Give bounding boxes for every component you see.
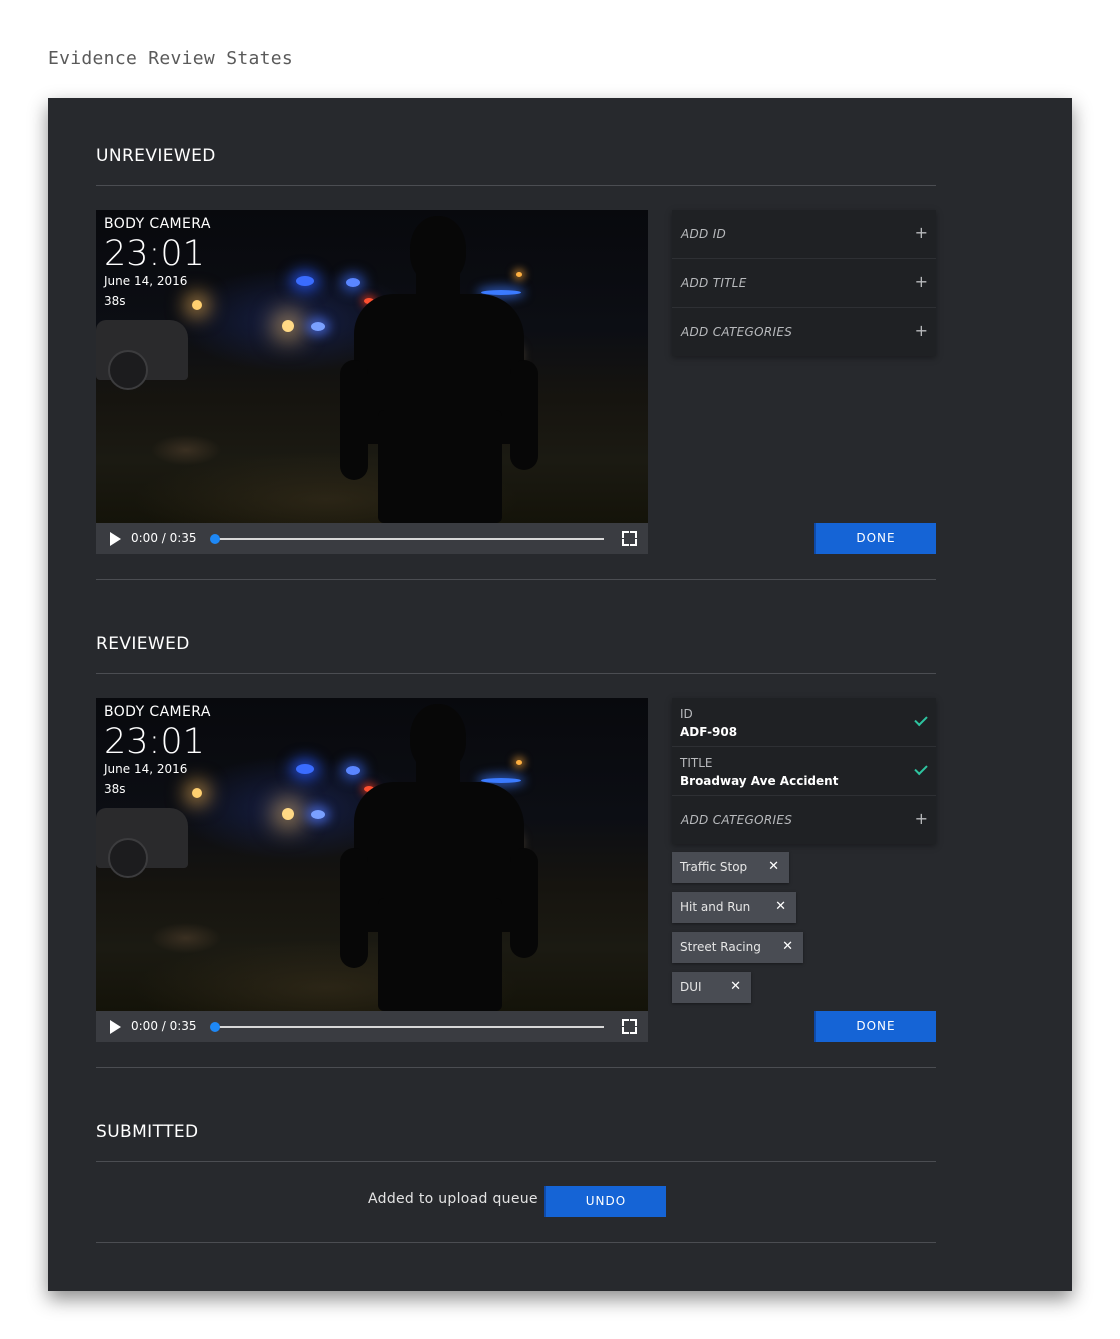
play-icon[interactable] bbox=[110, 532, 121, 546]
id-label: ID bbox=[680, 707, 693, 721]
video-player[interactable]: BODY CAMERA 23:01 June 14, 2016 38s 0:00… bbox=[96, 210, 648, 554]
remove-tag-icon[interactable]: ✕ bbox=[730, 979, 741, 994]
tag-label: Traffic Stop bbox=[680, 860, 748, 874]
plus-icon[interactable]: + bbox=[915, 809, 928, 828]
category-tag: Traffic Stop ✕ bbox=[672, 852, 789, 883]
recording-date: June 14, 2016 bbox=[104, 274, 188, 288]
add-title-field[interactable]: ADD TITLE + bbox=[672, 259, 936, 308]
title-value: Broadway Ave Accident bbox=[680, 774, 839, 788]
add-id-field[interactable]: ADD ID + bbox=[672, 210, 936, 259]
title-label: TITLE bbox=[680, 756, 713, 770]
video-overlay: BODY CAMERA 23:01 June 14, 2016 38s bbox=[104, 216, 211, 308]
upload-queue-message: Added to upload queue bbox=[368, 1191, 538, 1207]
title-field[interactable]: TITLE Broadway Ave Accident bbox=[672, 747, 936, 796]
section-title-unreviewed: UNREVIEWED bbox=[96, 146, 216, 166]
plus-icon[interactable]: + bbox=[915, 223, 928, 242]
divider bbox=[96, 185, 936, 186]
add-categories-field[interactable]: ADD CATEGORIES + bbox=[672, 796, 936, 844]
fullscreen-icon[interactable] bbox=[622, 531, 637, 546]
tag-label: Street Racing bbox=[680, 940, 761, 954]
section-title-submitted: SUBMITTED bbox=[96, 1122, 199, 1142]
seek-handle[interactable] bbox=[210, 534, 220, 544]
video-timecode: 0:00 / 0:35 bbox=[131, 531, 197, 545]
metadata-fields: ADD ID + ADD TITLE + ADD CATEGORIES + bbox=[672, 210, 936, 356]
category-tag: Street Racing ✕ bbox=[672, 932, 803, 963]
add-title-label: ADD TITLE bbox=[681, 276, 747, 290]
divider bbox=[96, 1067, 936, 1068]
recording-time: 23:01 bbox=[104, 234, 205, 274]
video-overlay: BODY CAMERA 23:01 June 14, 2016 38s bbox=[104, 704, 211, 796]
divider bbox=[96, 1242, 936, 1243]
add-categories-field[interactable]: ADD CATEGORIES + bbox=[672, 308, 936, 356]
remove-tag-icon[interactable]: ✕ bbox=[768, 859, 779, 874]
evidence-review-panel: UNREVIEWED BODY CAMERA 23:01 June 14, 20… bbox=[48, 98, 1072, 1291]
id-value: ADF-908 bbox=[680, 725, 738, 739]
done-button[interactable]: DONE bbox=[816, 1011, 936, 1042]
remove-tag-icon[interactable]: ✕ bbox=[782, 939, 793, 954]
seek-handle[interactable] bbox=[210, 1022, 220, 1032]
video-controls: 0:00 / 0:35 bbox=[96, 523, 648, 554]
recording-duration: 38s bbox=[104, 782, 126, 796]
play-icon[interactable] bbox=[110, 1020, 121, 1034]
video-controls: 0:00 / 0:35 bbox=[96, 1011, 648, 1042]
divider bbox=[96, 673, 936, 674]
camera-source-label: BODY CAMERA bbox=[104, 216, 211, 232]
tag-label: DUI bbox=[680, 980, 702, 994]
plus-icon[interactable]: + bbox=[915, 272, 928, 291]
seek-bar[interactable] bbox=[214, 1026, 604, 1028]
recording-date: June 14, 2016 bbox=[104, 762, 188, 776]
recording-time: 23:01 bbox=[104, 722, 205, 762]
page-heading: Evidence Review States bbox=[48, 48, 294, 69]
check-icon bbox=[914, 761, 928, 776]
video-player[interactable]: BODY CAMERA 23:01 June 14, 2016 38s 0:00… bbox=[96, 698, 648, 1042]
add-categories-label: ADD CATEGORIES bbox=[681, 813, 793, 827]
video-timecode: 0:00 / 0:35 bbox=[131, 1019, 197, 1033]
add-categories-label: ADD CATEGORIES bbox=[681, 325, 793, 339]
seek-bar[interactable] bbox=[214, 538, 604, 540]
remove-tag-icon[interactable]: ✕ bbox=[775, 899, 786, 914]
check-icon bbox=[914, 712, 928, 727]
section-title-reviewed: REVIEWED bbox=[96, 634, 190, 654]
plus-icon[interactable]: + bbox=[915, 321, 928, 340]
undo-button[interactable]: UNDO bbox=[546, 1186, 666, 1217]
category-tag: DUI ✕ bbox=[672, 972, 751, 1003]
add-id-label: ADD ID bbox=[681, 227, 727, 241]
category-tag: Hit and Run ✕ bbox=[672, 892, 796, 923]
divider bbox=[96, 579, 936, 580]
recording-duration: 38s bbox=[104, 294, 126, 308]
tag-label: Hit and Run bbox=[680, 900, 751, 914]
camera-source-label: BODY CAMERA bbox=[104, 704, 211, 720]
metadata-fields: ID ADF-908 TITLE Broadway Ave Accident A… bbox=[672, 698, 936, 844]
id-field[interactable]: ID ADF-908 bbox=[672, 698, 936, 747]
divider bbox=[96, 1161, 936, 1162]
done-button[interactable]: DONE bbox=[816, 523, 936, 554]
fullscreen-icon[interactable] bbox=[622, 1019, 637, 1034]
